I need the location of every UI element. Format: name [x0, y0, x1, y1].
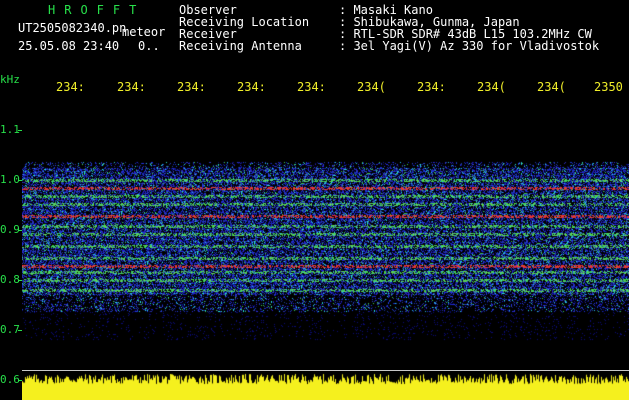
- x-tick-label: 234:: [117, 80, 146, 94]
- info-row-value: : 3el Yagi(V) Az 330 for Vladivostok: [339, 39, 600, 53]
- x-tick-label: 234:: [417, 80, 446, 94]
- app-title: HROFFT: [48, 3, 146, 17]
- filename-label: UT2505082340.pn: [18, 21, 127, 35]
- x-tick-label: 234:: [56, 80, 85, 94]
- info-row: Receiving Antenna : 3el Yagi(V) Az 330 fo…: [179, 40, 599, 52]
- counter-label: 0..: [138, 39, 160, 53]
- x-tick-label: 234(: [477, 80, 506, 94]
- file-type-label: meteor: [122, 25, 166, 39]
- x-tick-label: 234(: [357, 80, 386, 94]
- signal-level-meter: [22, 372, 629, 400]
- x-tick-label: 234(: [537, 80, 566, 94]
- x-tick-label: 234:: [237, 80, 266, 94]
- date-time-label: 25.05.08 23:40: [18, 39, 120, 53]
- x-tick-label: 234:: [297, 80, 326, 94]
- y-axis-unit: kHz: [0, 73, 20, 86]
- x-tick-label: 234:: [177, 80, 206, 94]
- hrofft-window: HROFFT UT2505082340.pn meteor 25.05.08 2…: [0, 0, 629, 400]
- baseline-divider: [22, 370, 629, 371]
- spectrogram-display: [22, 100, 629, 372]
- x-tick-label: 2350: [594, 80, 623, 94]
- info-row-label: Receiving Antenna: [179, 39, 302, 53]
